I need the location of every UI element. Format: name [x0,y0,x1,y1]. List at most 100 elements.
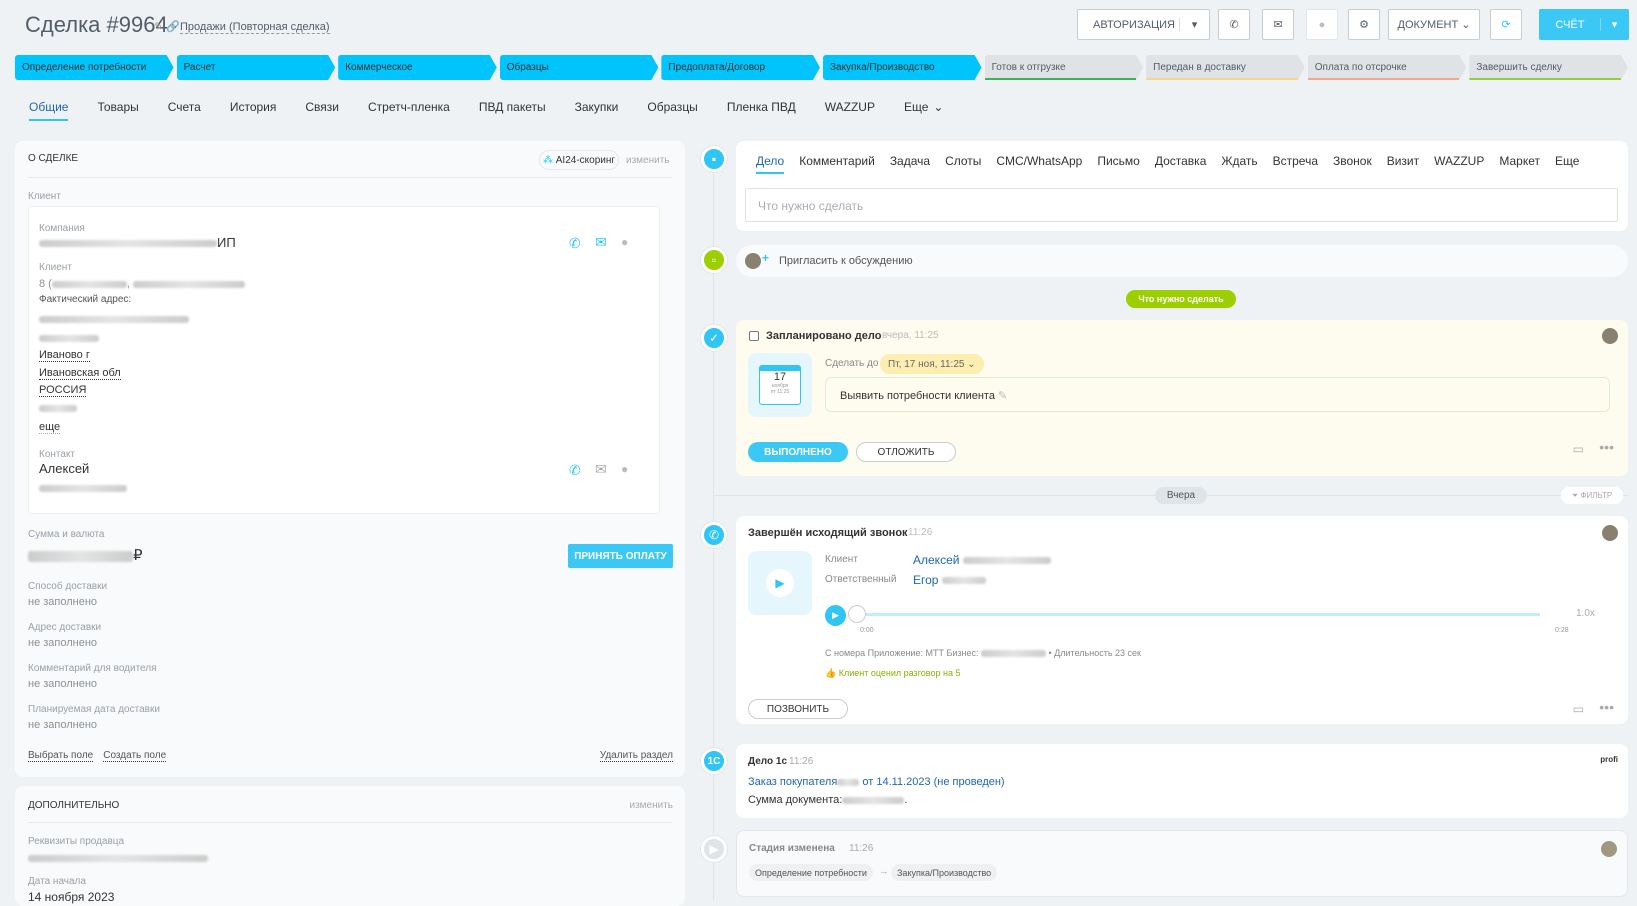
timeline-tab-4[interactable]: СМС/WhatsApp [996,154,1082,174]
edit-link[interactable]: изменить [626,155,670,166]
address-country[interactable]: РОССИЯ [39,384,87,397]
mail-icon[interactable]: ✉ [595,461,607,478]
timeline-tab-11[interactable]: WAZZUP [1434,154,1484,174]
call-from: С номера Приложение: МТТ Бизнес: [825,648,979,658]
contact-name[interactable]: Алексей [39,461,89,476]
stage-2[interactable]: Коммерческое [338,55,497,80]
company-name[interactable]: ИП [217,235,236,250]
call-time: 11:26 [908,527,933,538]
filter-button[interactable]: ⏷ ФИЛЬТР [1561,487,1623,504]
stage-6[interactable]: Готов к отгрузке [985,55,1144,80]
timeline-tab-1[interactable]: Комментарий [799,154,875,174]
timeline-tab-9[interactable]: Звонок [1333,154,1372,174]
tab-1[interactable]: Товары [97,100,138,121]
edit-link[interactable]: изменить [629,800,673,811]
settings-button[interactable]: ⚙ [1348,9,1380,40]
activity-description[interactable]: Выявить потребности клиента ✎ [825,377,1610,412]
stage-1[interactable]: Расчет [177,55,336,80]
stage-3[interactable]: Образцы [500,55,659,80]
tab-7[interactable]: Закупки [575,100,619,121]
timeline-tab-10[interactable]: Визит [1387,154,1419,174]
audio-slider-handle[interactable] [848,605,866,623]
note-icon[interactable]: ▭ [1573,442,1584,456]
address-region[interactable]: Ивановская обл [39,367,121,380]
tab-6[interactable]: ПВД пакеты [479,100,546,121]
email-button[interactable]: ✉ [1262,9,1294,40]
timeline-tab-7[interactable]: Ждать [1221,154,1257,174]
edit-icon[interactable]: ✎ [998,390,1007,402]
chat-icon[interactable]: ● [621,462,628,476]
timeline-tab-13[interactable]: Еще [1555,154,1579,174]
field-value[interactable]: не заполнено [28,678,97,690]
more-icon[interactable]: ••• [1599,699,1614,715]
timeline-tab-12[interactable]: Маркет [1499,154,1540,174]
activity-time: вчера, 11:25 [882,330,939,341]
stage-8[interactable]: Оплата по отсрочке [1308,55,1467,80]
stage-9[interactable]: Завершить сделку [1469,55,1628,80]
timeline-tab-5[interactable]: Письмо [1097,154,1140,174]
more-link[interactable]: еще [39,421,61,434]
audio-record-icon[interactable]: ▶ [748,551,812,615]
delete-section-link[interactable]: Удалить раздел [599,750,673,762]
ai-scoring-button[interactable]: ⁂ AI24-скоринг [539,150,619,170]
stage-7[interactable]: Передан в доставку [1146,55,1305,80]
tab-8[interactable]: Образцы [647,100,697,121]
call-button[interactable]: ПОЗВОНИТЬ [748,699,848,719]
stage-0[interactable]: Определение потребности [15,55,174,80]
postpone-button[interactable]: ОТЛОЖИТЬ [856,442,956,462]
done-button[interactable]: ВЫПОЛНЕНО [748,442,848,462]
field-value[interactable]: не заполнено [28,596,97,608]
invite-link[interactable]: Пригласить к обсуждению [779,255,913,267]
chat-button[interactable]: ● [1306,9,1338,40]
tab-2[interactable]: Счета [168,100,201,121]
chat-icon[interactable]: ● [621,235,628,249]
deadline-picker[interactable]: Пт, 17 ноя, 11:25 ⌄ [880,354,984,374]
invite-bar[interactable]: + Пригласить к обсуждению [736,245,1628,277]
tab-3[interactable]: История [230,100,277,121]
responsible-link[interactable]: Егор [913,573,986,587]
playback-speed[interactable]: 1.0x [1576,608,1595,619]
accept-payment-button[interactable]: ПРИНЯТЬ ОПЛАТУ [568,544,673,568]
arrow-right-icon: → [879,866,888,876]
stage-5[interactable]: Закупка/Производство [823,55,982,80]
plus-icon[interactable]: + [762,251,769,265]
todo-input[interactable]: Что нужно сделать [745,188,1618,222]
phone-icon[interactable]: ✆ [569,235,581,252]
play-button[interactable]: ▶ [825,605,846,626]
document-button[interactable]: ДОКУМЕНТ ⌄ [1388,9,1480,40]
stage-4[interactable]: Предоплата/Договор [661,55,820,80]
phone-button[interactable]: ✆ [1218,9,1250,40]
order-link[interactable]: Заказ покупателя от 14.11.2023 (не прове… [748,776,1005,788]
mail-icon[interactable]: ✉ [595,234,607,251]
tab-9[interactable]: Пленка ПВД [727,100,796,121]
onec-time: 11:26 [789,756,814,767]
address-city[interactable]: Иваново г [39,349,90,362]
more-icon[interactable]: ••• [1599,439,1614,455]
audio-progress[interactable] [850,613,1540,616]
sync-button[interactable]: ⟳ [1490,9,1522,40]
chevron-down-icon[interactable]: ▾ [1179,18,1209,31]
create-field-link[interactable]: Создать поле [103,750,167,762]
client-link[interactable]: Алексей [913,553,1051,567]
tab-4[interactable]: Связи [305,100,339,121]
edit-icon[interactable]: ✎ 🔗 [154,20,180,33]
timeline-tab-2[interactable]: Задача [890,154,930,174]
pipeline-selector[interactable]: Продажи (Повторная сделка) [180,21,330,34]
tab-11[interactable]: Еще [904,100,928,121]
complete-checkbox[interactable] [749,331,759,341]
timeline-tab-8[interactable]: Встреча [1273,154,1318,174]
timeline-tab-0[interactable]: Дело [756,154,785,174]
select-field-link[interactable]: Выбрать поле [28,750,94,762]
tab-0[interactable]: Общие [29,100,69,121]
tab-5[interactable]: Стретч-пленка [368,100,450,121]
auth-button[interactable]: АВТОРИЗАЦИЯ ▾ [1077,9,1210,40]
field-value[interactable]: не заполнено [28,719,97,731]
note-icon[interactable]: ▭ [1573,702,1584,716]
field-value[interactable]: не заполнено [28,637,97,649]
chevron-down-icon[interactable]: ▾ [1600,18,1628,31]
timeline-tab-6[interactable]: Доставка [1155,154,1207,174]
invoice-button[interactable]: СЧЁТ ▾ [1539,9,1629,40]
timeline-tab-3[interactable]: Слоты [945,154,981,174]
tab-10[interactable]: WAZZUP [825,100,875,121]
phone-icon[interactable]: ✆ [569,462,581,479]
